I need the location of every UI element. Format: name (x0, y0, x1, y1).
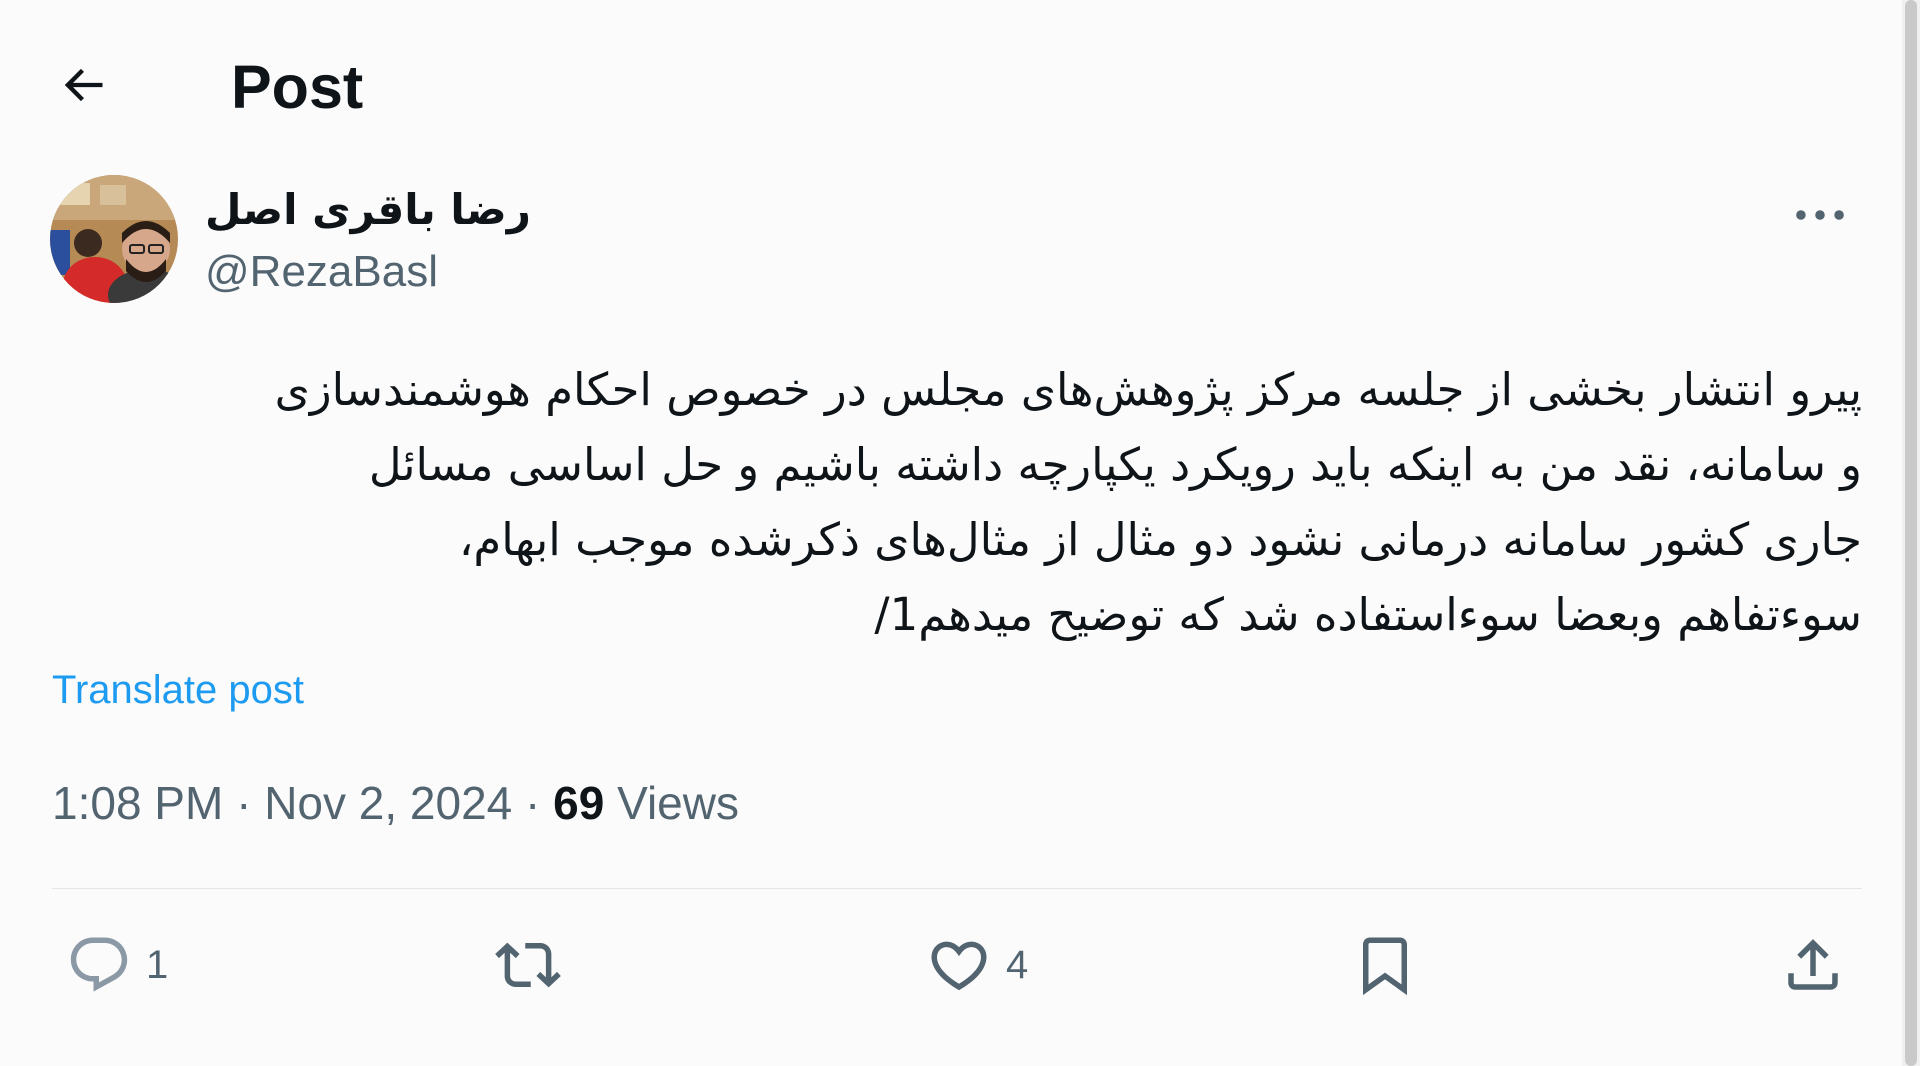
meta-separator: · (525, 777, 541, 829)
post-date[interactable]: Nov 2, 2024 (264, 777, 512, 829)
post-text-line: پیرو انتشار بخشی از جلسه مرکز پژوهش‌های … (274, 363, 1862, 416)
post-meta: 1:08 PM · Nov 2, 2024 · 69 Views (52, 776, 739, 830)
top-bar: Post (0, 0, 1900, 170)
post-text-line: جاری کشور سامانه درمانی نشود دو مثال از … (458, 513, 1862, 566)
scrollbar-thumb[interactable] (1905, 0, 1917, 1066)
more-horizontal-icon (1796, 210, 1844, 220)
post-actions: 1 4 (0, 920, 1920, 1020)
share-icon (1788, 939, 1838, 990)
post-time[interactable]: 1:08 PM (52, 777, 223, 829)
post-text-line: سوءتفاهم وبعضا سوءاستفاده شد که توضیح می… (874, 588, 1862, 641)
translate-post-link[interactable]: Translate post (52, 668, 304, 713)
like-count: 4 (1006, 942, 1029, 987)
repost-icon (495, 942, 561, 988)
like-button[interactable]: 4 (926, 920, 1028, 1010)
avatar-image (50, 175, 178, 303)
reply-icon (70, 937, 128, 992)
post-author: رضا باقری اصل @RezaBasl (50, 175, 1860, 305)
repost-button[interactable] (495, 920, 561, 1010)
reply-button[interactable]: 1 (66, 920, 168, 1010)
divider (52, 888, 1862, 889)
like-icon (931, 941, 987, 991)
author-display-name[interactable]: رضا باقری اصل (205, 185, 531, 234)
bookmark-button[interactable] (1352, 920, 1418, 1010)
views-label: Views (617, 777, 739, 829)
more-options-button[interactable] (1780, 185, 1860, 245)
reply-count: 1 (146, 942, 169, 987)
views-count: 69 (553, 777, 605, 829)
bookmark-icon (1363, 937, 1407, 996)
avatar[interactable] (50, 175, 178, 303)
post-text-line: و سامانه، نقد من به اینکه باید رویکرد یک… (368, 438, 1862, 491)
back-button[interactable] (48, 50, 118, 120)
page-title: Post (231, 53, 364, 121)
share-button[interactable] (1780, 920, 1846, 1010)
author-handle[interactable]: @RezaBasl (205, 247, 438, 297)
arrow-left-icon (64, 68, 103, 102)
post-text: پیرو انتشار بخشی از جلسه مرکز پژوهش‌های … (52, 352, 1862, 652)
scrollbar[interactable] (1902, 0, 1920, 1066)
meta-separator: · (236, 777, 252, 829)
